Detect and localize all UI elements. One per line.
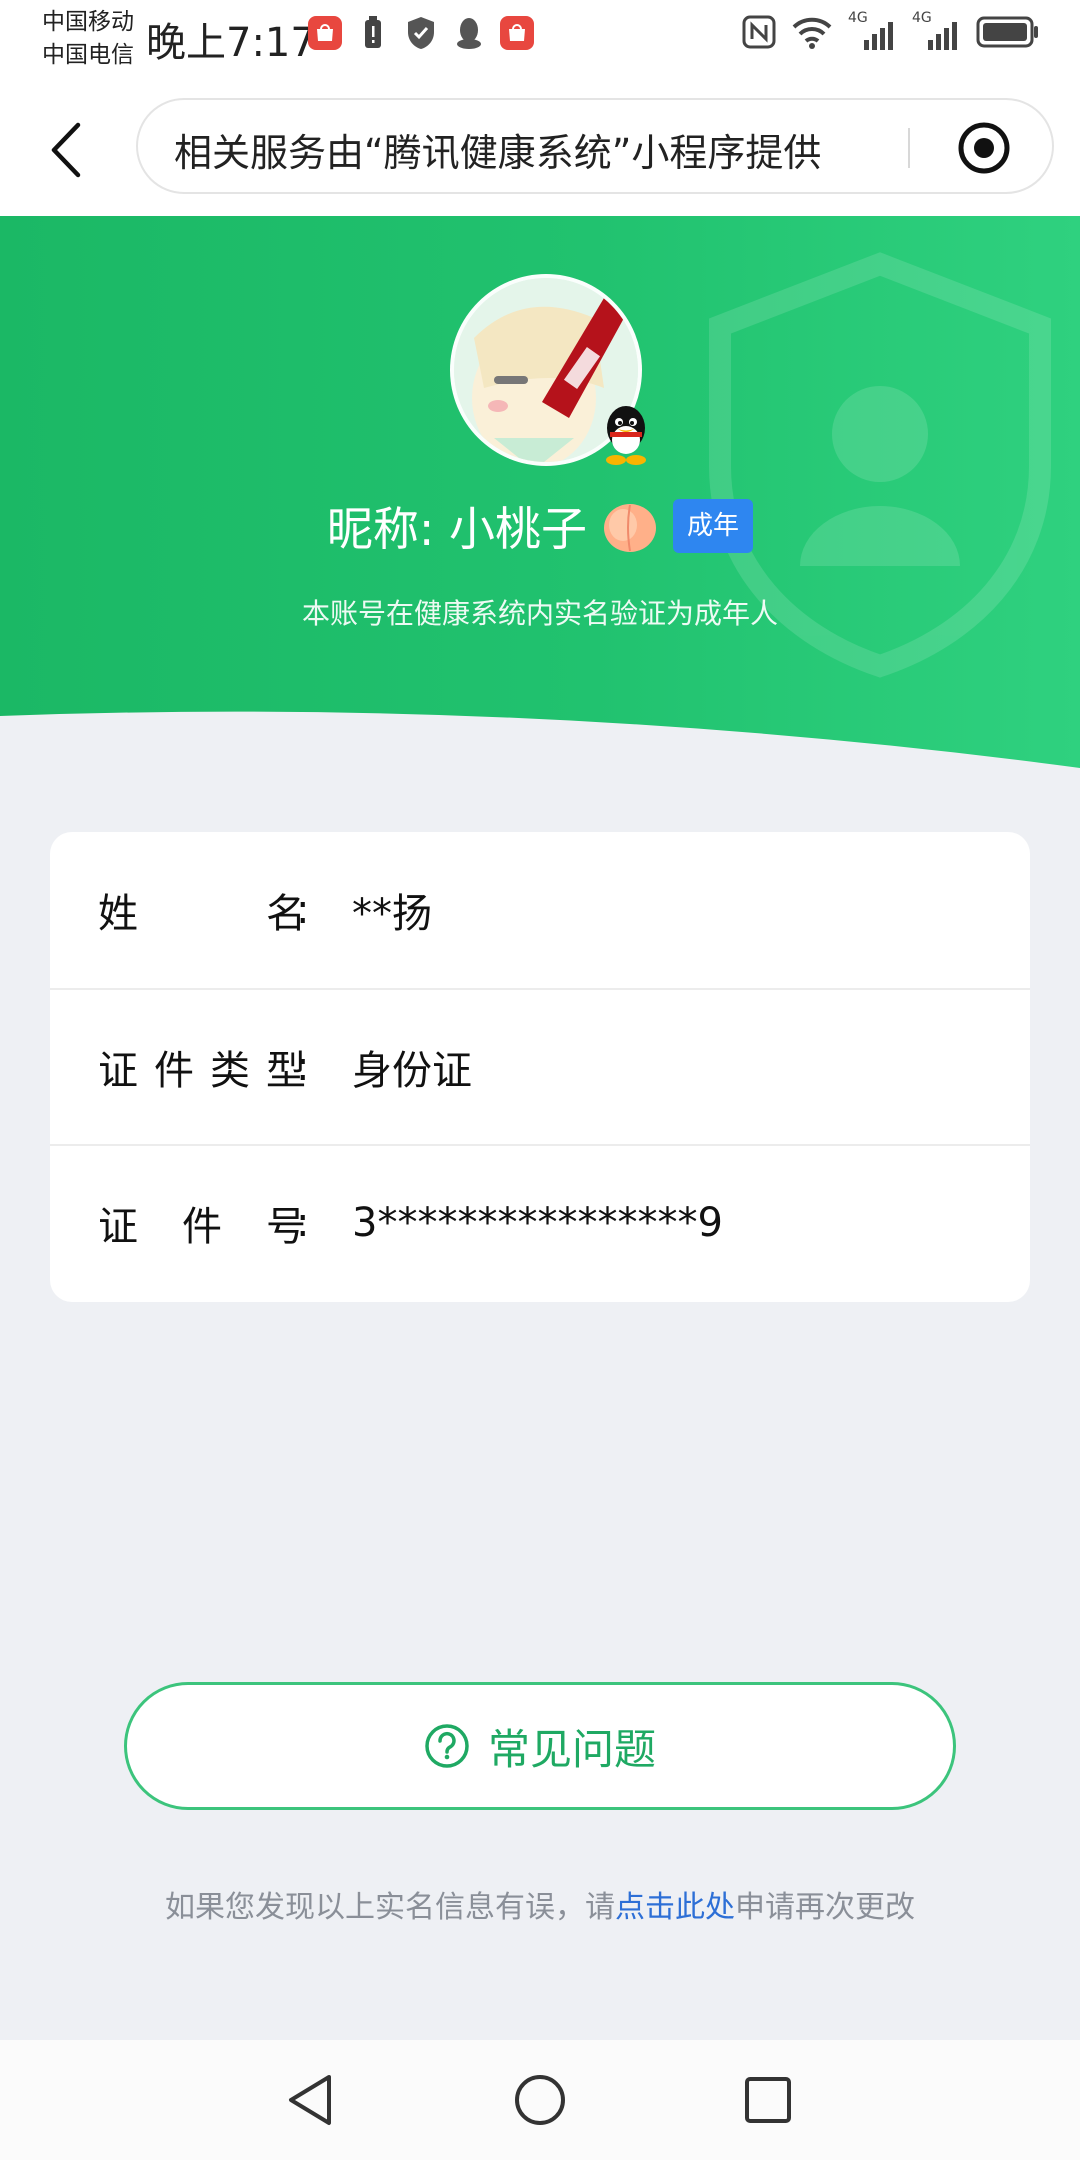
system-home-button[interactable] bbox=[508, 2068, 572, 2132]
id-number-row: 证 件 号 : 3****************9 bbox=[50, 1144, 1030, 1300]
name-value: **扬 bbox=[352, 891, 432, 937]
id-number-colon: : bbox=[296, 1200, 310, 1246]
circle-home-icon bbox=[515, 2075, 565, 2125]
correction-notice: 如果您发现以上实名信息有误，请点击此处申请再次更改 bbox=[0, 1882, 1080, 1926]
signal-icon: 4G bbox=[848, 10, 898, 50]
question-circle-icon bbox=[425, 1724, 469, 1768]
system-recents-button[interactable] bbox=[736, 2068, 800, 2132]
chevron-left-icon bbox=[51, 122, 81, 178]
target-circle-icon bbox=[958, 122, 1010, 174]
carrier-2: 中国电信 bbox=[42, 42, 134, 68]
service-provider-bar: 相关服务由“腾讯健康系统”小程序提供 bbox=[136, 98, 1054, 194]
triangle-back-icon bbox=[289, 2075, 331, 2125]
correction-link[interactable]: 点击此处 bbox=[615, 1890, 735, 1925]
faq-button[interactable]: 常见问题 bbox=[124, 1682, 956, 1810]
faq-label: 常见问题 bbox=[487, 1724, 656, 1774]
verification-note: 本账号在健康系统内实名验证为成年人 bbox=[301, 597, 778, 630]
name-label: 姓 名 bbox=[98, 891, 306, 937]
adult-status-badge: 成年 bbox=[673, 499, 754, 553]
system-icons: 4G 4G bbox=[742, 10, 1040, 50]
identity-info-card: 姓 名 : **扬 证 件 类 型 : 身份证 证 件 号 : 3*******… bbox=[50, 832, 1030, 1302]
square-recents-icon bbox=[745, 2077, 791, 2123]
close-mini-program-button[interactable] bbox=[956, 120, 1012, 176]
qq-penguin-icon bbox=[606, 406, 646, 465]
system-back-button[interactable] bbox=[278, 2068, 342, 2132]
correction-suffix: 申请再次更改 bbox=[735, 1890, 915, 1925]
id-type-row: 证 件 类 型 : 身份证 bbox=[50, 988, 1030, 1144]
back-button[interactable] bbox=[36, 112, 96, 188]
qq-icon bbox=[452, 16, 486, 50]
id-number-value: 3****************9 bbox=[352, 1200, 723, 1246]
id-type-colon: : bbox=[296, 1044, 310, 1090]
battery-icon bbox=[976, 16, 1038, 48]
correction-prefix: 如果您发现以上实名信息有误，请 bbox=[165, 1890, 615, 1925]
id-type-value: 身份证 bbox=[352, 1048, 472, 1094]
pill-divider bbox=[908, 128, 910, 168]
huawei-store-icon bbox=[500, 16, 534, 50]
nickname: 昵称: 小桃子 bbox=[326, 502, 588, 556]
name-row: 姓 名 : **扬 bbox=[50, 832, 1030, 988]
id-type-label: 证 件 类 型 bbox=[98, 1048, 306, 1094]
name-colon: : bbox=[296, 887, 310, 933]
carrier-labels: 中国移动 中国电信 bbox=[42, 6, 134, 72]
carrier-1: 中国移动 bbox=[42, 9, 134, 35]
service-provider-text: 相关服务由“腾讯健康系统”小程序提供 bbox=[174, 131, 822, 175]
status-bar: 中国移动 中国电信 晚上7:17 4G 4G bbox=[0, 0, 1080, 82]
id-number-label: 证 件 号 bbox=[98, 1204, 306, 1250]
clock: 晚上7:17 bbox=[146, 20, 316, 66]
huawei-store-icon bbox=[308, 16, 342, 50]
system-navigation-bar bbox=[0, 2040, 1080, 2160]
peach-emoji-icon bbox=[604, 504, 657, 552]
battery-alert-icon bbox=[356, 16, 390, 50]
wifi-icon bbox=[792, 17, 832, 49]
nfc-icon bbox=[742, 15, 776, 49]
shield-check-icon bbox=[404, 16, 438, 50]
nickname-row: 昵称: 小桃子 成年 bbox=[0, 494, 1080, 558]
notification-icons bbox=[308, 16, 534, 50]
signal-icon: 4G bbox=[912, 10, 962, 50]
profile-header: 昵称: 小桃子 成年 本账号在健康系统内实名验证为成年人 bbox=[0, 216, 1080, 768]
mini-program-navbar: 相关服务由“腾讯健康系统”小程序提供 bbox=[0, 82, 1080, 216]
